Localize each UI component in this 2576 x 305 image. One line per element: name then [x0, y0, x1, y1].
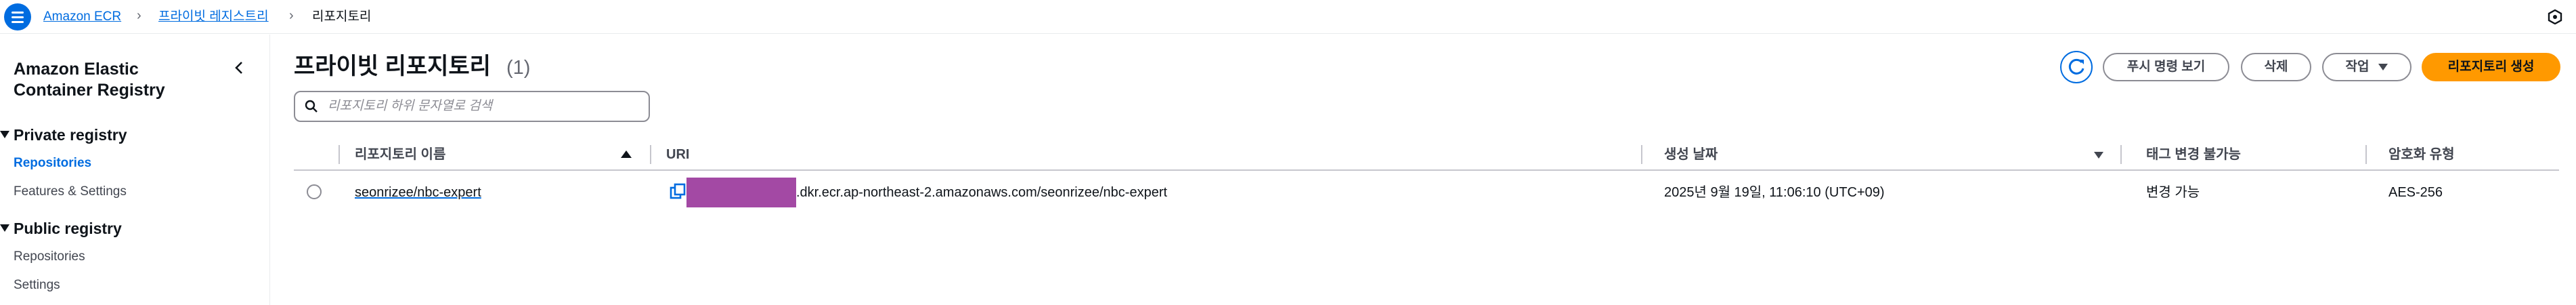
- sidebar: Amazon Elastic Container Registry Privat…: [0, 35, 270, 305]
- chevron-right-icon: ›: [137, 8, 141, 23]
- sidebar-group-label: Private registry: [14, 126, 127, 144]
- sidebar-title: Amazon Elastic Container Registry: [14, 60, 165, 100]
- row-select-radio[interactable]: [307, 184, 322, 199]
- table-row[interactable]: seonrizee/nbc-expert .dkr.ecr.ap-northea…: [294, 171, 2559, 214]
- view-push-commands-button[interactable]: 푸시 명령 보기: [2103, 53, 2229, 81]
- redacted-account-id: [686, 178, 796, 207]
- created-date: 2025년 9월 19일, 11:06:10 (UTC+09): [1664, 185, 1885, 200]
- top-navigation-bar: Amazon ECR › 프라이빗 레지스트리 › 리포지토리: [0, 0, 2576, 34]
- search-input[interactable]: [328, 98, 639, 115]
- menu-icon[interactable]: [4, 3, 31, 30]
- search-box[interactable]: [294, 91, 650, 122]
- copy-icon[interactable]: [670, 183, 687, 201]
- cloudshell-hexagon-icon[interactable]: [2548, 9, 2562, 24]
- breadcrumb-amazon-ecr[interactable]: Amazon ECR: [43, 9, 121, 25]
- table-header: 리포지토리 이름 URI 생성 날짜 태그 변경 불가능 암호화 유형: [294, 138, 2559, 171]
- refresh-button[interactable]: [2060, 51, 2093, 83]
- column-divider[interactable]: [1641, 145, 1642, 164]
- column-divider[interactable]: [2120, 145, 2122, 164]
- page-title: 프라이빗 리포지토리: [294, 54, 491, 79]
- chevron-right-icon: ›: [289, 8, 294, 23]
- column-header-uri[interactable]: URI: [666, 146, 689, 163]
- delete-button[interactable]: 삭제: [2241, 53, 2311, 81]
- repository-name-link[interactable]: seonrizee/nbc-expert: [355, 184, 481, 201]
- sidebar-group-label: Public registry: [14, 220, 122, 237]
- sidebar-item-public-repositories[interactable]: Repositories: [14, 249, 85, 265]
- refresh-icon: [2068, 58, 2084, 75]
- sidebar-item-private-repositories[interactable]: Repositories: [14, 155, 91, 171]
- column-divider: [339, 145, 340, 164]
- sidebar-item-public-settings[interactable]: Settings: [14, 277, 60, 293]
- sort-descending-icon[interactable]: [2094, 152, 2103, 159]
- tag-immutability-value: 변경 가능: [2146, 185, 2200, 200]
- sidebar-item-features-settings[interactable]: Features & Settings: [14, 184, 127, 200]
- column-divider[interactable]: [650, 145, 651, 164]
- actions-dropdown-button[interactable]: 작업: [2322, 53, 2411, 81]
- breadcrumb-private-registry[interactable]: 프라이빗 레지스트리: [158, 9, 269, 25]
- caret-down-icon: [0, 131, 9, 138]
- column-header-tag-immutability[interactable]: 태그 변경 불가능: [2146, 146, 2241, 163]
- chevron-left-icon[interactable]: [230, 59, 248, 77]
- breadcrumb-repositories: 리포지토리: [312, 9, 372, 24]
- column-divider[interactable]: [2365, 145, 2367, 164]
- create-repository-button[interactable]: 리포지토리 생성: [2422, 53, 2560, 81]
- column-header-encryption[interactable]: 암호화 유형: [2388, 146, 2455, 163]
- caret-down-icon: [2378, 63, 2388, 70]
- encryption-type-value: AES-256: [2388, 185, 2443, 200]
- column-header-created[interactable]: 생성 날짜: [1664, 146, 1718, 163]
- repository-count: (1): [506, 57, 531, 79]
- column-header-name[interactable]: 리포지토리 이름: [355, 146, 445, 163]
- actions-label: 작업: [2345, 60, 2370, 74]
- repository-uri: .dkr.ecr.ap-northeast-2.amazonaws.com/se…: [796, 185, 1168, 200]
- search-icon: [305, 100, 318, 113]
- caret-down-icon: [0, 224, 9, 232]
- sort-ascending-icon[interactable]: [621, 150, 632, 158]
